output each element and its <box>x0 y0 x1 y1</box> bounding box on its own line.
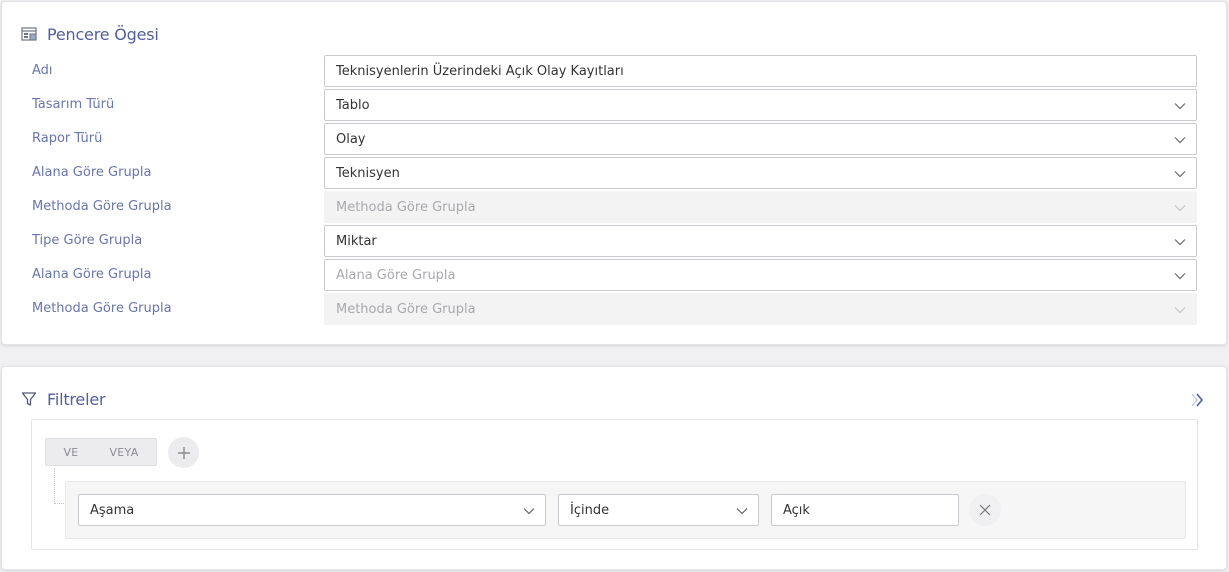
form-row-group-by-method: Methoda Göre Grupla Methoda Göre Grupla <box>2 191 1228 223</box>
group-by-method-2-label: Methoda Göre Grupla <box>32 301 172 316</box>
rule-operator-value: İçinde <box>570 502 610 518</box>
filters-panel: Filtreler VE VEYA Aşama İçinde Açık <box>1 366 1227 570</box>
group-by-method-label: Methoda Göre Grupla <box>32 199 172 214</box>
group-by-type-label: Tipe Göre Grupla <box>32 233 143 248</box>
chevron-down-icon <box>1174 103 1186 110</box>
group-by-method-select: Methoda Göre Grupla <box>324 191 1197 223</box>
form-row-group-by-type: Tipe Göre Grupla Miktar <box>2 225 1228 257</box>
group-by-method-2-select: Methoda Göre Grupla <box>324 293 1197 325</box>
delete-rule-button[interactable] <box>969 494 1001 526</box>
logic-and-button[interactable]: VE <box>46 446 96 459</box>
logic-toggle-group: VE VEYA <box>45 438 157 466</box>
group-by-type-value: Miktar <box>336 233 377 249</box>
panel-title: Pencere Ögesi <box>47 24 159 44</box>
report-type-select[interactable]: Olay <box>324 123 1197 155</box>
report-type-label: Rapor Türü <box>32 131 103 146</box>
group-by-field-select[interactable]: Teknisyen <box>324 157 1197 189</box>
form-row-design-type: Tasarım Türü Tablo <box>2 89 1228 121</box>
window-item-panel-header: Pencere Ögesi <box>20 23 159 45</box>
chevron-down-icon <box>1174 137 1186 144</box>
group-by-field-2-placeholder: Alana Göre Grupla <box>336 267 456 283</box>
group-by-field-label: Alana Göre Grupla <box>32 165 152 180</box>
design-type-label: Tasarım Türü <box>32 97 115 112</box>
filter-builder: VE VEYA Aşama İçinde Açık <box>31 419 1198 550</box>
name-label: Adı <box>32 63 53 78</box>
chevron-down-icon <box>1174 205 1186 212</box>
form-row-group-by-method-2: Methoda Göre Grupla Methoda Göre Grupla <box>2 293 1228 325</box>
filter-rule-row: Aşama İçinde Açık <box>65 481 1186 539</box>
form-row-name: Adı Teknisyenlerin Üzerindeki Açık Olay … <box>2 55 1228 87</box>
rule-field-value: Aşama <box>90 502 135 518</box>
add-rule-button[interactable] <box>168 437 199 468</box>
window-item-panel: Pencere Ögesi Adı Teknisyenlerin Üzerind… <box>1 1 1227 345</box>
group-by-method-value: Methoda Göre Grupla <box>336 199 476 215</box>
group-by-field-2-select[interactable]: Alana Göre Grupla <box>324 259 1197 291</box>
form-row-group-by-field: Alana Göre Grupla Teknisyen <box>2 157 1228 189</box>
close-icon <box>979 504 991 516</box>
group-by-method-2-value: Methoda Göre Grupla <box>336 301 476 317</box>
rule-value-text: Açık <box>783 502 810 518</box>
chevron-down-icon <box>1174 307 1186 314</box>
report-type-value: Olay <box>336 131 366 147</box>
plus-icon <box>177 446 190 459</box>
form-row-group-by-field-2: Alana Göre Grupla Alana Göre Grupla <box>2 259 1228 291</box>
chevron-down-icon <box>736 508 748 515</box>
rule-value-input[interactable]: Açık <box>771 494 959 526</box>
chevron-down-icon <box>523 508 535 515</box>
logic-or-button[interactable]: VEYA <box>96 446 152 459</box>
chevron-down-icon <box>1174 171 1186 178</box>
design-type-value: Tablo <box>336 97 370 113</box>
group-by-field-value: Teknisyen <box>336 165 400 181</box>
form-row-report-type: Rapor Türü Olay <box>2 123 1228 155</box>
panel-title: Filtreler <box>47 389 106 409</box>
name-input-value: Teknisyenlerin Üzerindeki Açık Olay Kayı… <box>336 63 624 79</box>
name-input[interactable]: Teknisyenlerin Üzerindeki Açık Olay Kayı… <box>324 55 1197 87</box>
double-chevron-right-icon[interactable] <box>1188 391 1206 409</box>
filter-funnel-icon <box>20 390 38 408</box>
window-layout-icon <box>20 25 38 43</box>
group-by-field-2-label: Alana Göre Grupla <box>32 267 152 282</box>
filters-panel-header: Filtreler <box>20 388 106 410</box>
rule-field-select[interactable]: Aşama <box>78 494 546 526</box>
rule-operator-select[interactable]: İçinde <box>558 494 759 526</box>
group-by-type-select[interactable]: Miktar <box>324 225 1197 257</box>
design-type-select[interactable]: Tablo <box>324 89 1197 121</box>
chevron-down-icon <box>1174 239 1186 246</box>
chevron-down-icon <box>1174 273 1186 280</box>
